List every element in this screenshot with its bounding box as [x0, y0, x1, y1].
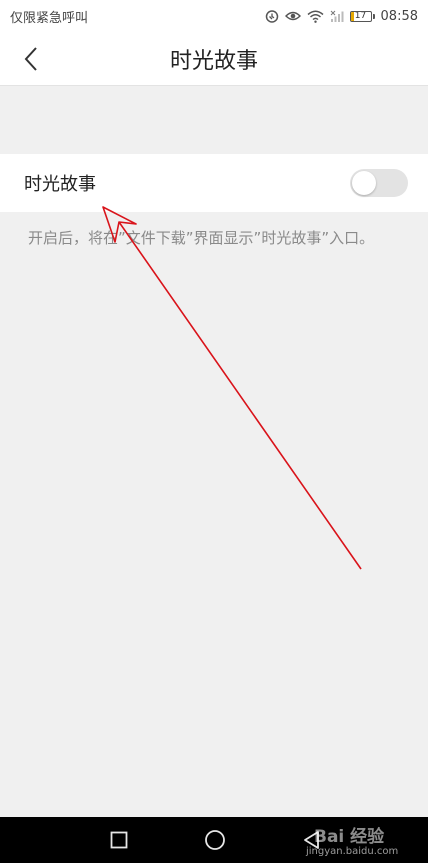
battery-tip: [372, 13, 375, 19]
home-button[interactable]: [185, 817, 245, 863]
alarm-clock-icon: [265, 9, 279, 23]
wifi-icon: [307, 10, 324, 23]
nav-back-button[interactable]: [282, 817, 342, 863]
battery-icon: 17: [349, 10, 375, 22]
status-left: 仅限紧急呼叫: [10, 7, 88, 26]
battery-body: 17: [349, 10, 372, 22]
carrier-text: 仅限紧急呼叫: [10, 10, 89, 26]
status-bar: 仅限紧急呼叫 17 08:58: [0, 0, 428, 32]
toggle-knob: [352, 171, 376, 195]
status-right: 17 08:58: [265, 9, 418, 24]
setting-description: 开启后，将在”文件下载”界面显示”时光故事”入口。: [28, 229, 375, 247]
annotation-arrow: [102, 206, 362, 570]
setting-row-time-story: 时光故事: [0, 154, 428, 212]
battery-level: 17: [354, 10, 367, 21]
recent-apps-button[interactable]: [89, 817, 149, 863]
triangle-back-icon: [302, 830, 322, 850]
clock-time: 08:58: [380, 8, 418, 24]
time-story-toggle[interactable]: [350, 169, 408, 197]
page-title: 时光故事: [169, 48, 258, 74]
back-button[interactable]: [14, 42, 48, 76]
signal-icon: [330, 10, 344, 23]
square-recent-icon: [110, 831, 128, 849]
eye-icon: [284, 10, 301, 22]
circle-home-icon: [204, 829, 226, 851]
setting-label: 时光故事: [24, 174, 96, 195]
battery-fill: [350, 11, 354, 21]
title-bar: 时光故事: [0, 32, 428, 86]
nav-bar: [0, 817, 428, 863]
chevron-left-icon: [23, 46, 39, 72]
